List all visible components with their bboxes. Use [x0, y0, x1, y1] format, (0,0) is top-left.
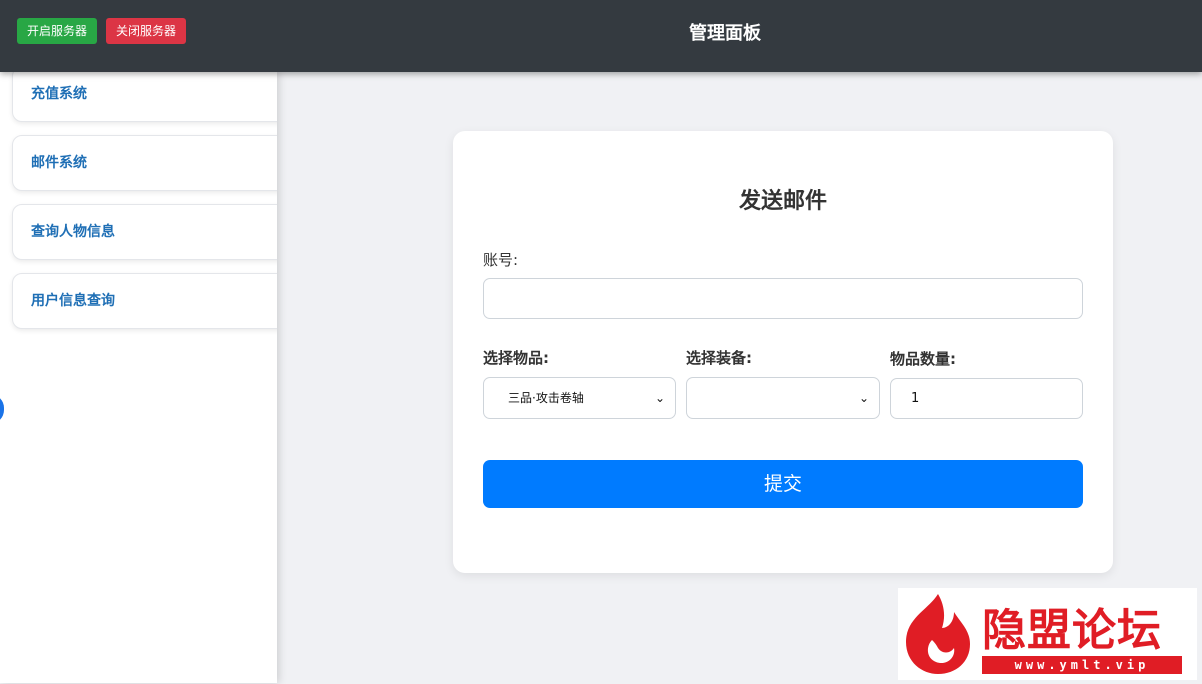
sidebar-item-mail[interactable]: 邮件系统: [12, 135, 277, 191]
account-input[interactable]: [483, 278, 1083, 319]
sidebar: 充值系统 邮件系统 查询人物信息 用户信息查询: [0, 72, 277, 683]
item-select-value: 三品·攻击卷轴: [508, 391, 584, 405]
account-label: 账号:: [483, 251, 519, 269]
quantity-label: 物品数量:: [890, 350, 956, 368]
equip-select-label: 选择装备:: [686, 349, 752, 367]
top-header: 开启服务器 关闭服务器 管理面板: [0, 0, 1202, 72]
flame-logo-icon: [906, 594, 970, 674]
sidebar-item-recharge[interactable]: 充值系统: [12, 72, 277, 122]
submit-button[interactable]: 提交: [483, 460, 1083, 508]
watermark-logo: 隐盟论坛 www.ymlt.vip: [898, 588, 1197, 680]
quantity-input[interactable]: 1: [890, 378, 1083, 419]
sidebar-toggle-handle[interactable]: [0, 394, 4, 424]
sidebar-item-user-query[interactable]: 用户信息查询: [12, 273, 277, 329]
equip-select[interactable]: ⌄: [686, 377, 880, 419]
send-mail-card: 发送邮件 账号: 选择物品: 三品·攻击卷轴 ⌄ 选择装备: ⌄ 物品数量: 1…: [453, 131, 1113, 573]
page-title: 管理面板: [689, 23, 761, 44]
chevron-down-icon: ⌄: [654, 391, 665, 405]
watermark-text: 隐盟论坛: [982, 605, 1162, 656]
chevron-down-icon: ⌄: [858, 391, 869, 405]
watermark-url: www.ymlt.vip: [982, 656, 1182, 674]
item-select-label: 选择物品:: [483, 349, 549, 367]
sidebar-item-character-query[interactable]: 查询人物信息: [12, 204, 277, 260]
form-title: 发送邮件: [738, 189, 827, 214]
item-select[interactable]: 三品·攻击卷轴 ⌄: [483, 377, 676, 419]
